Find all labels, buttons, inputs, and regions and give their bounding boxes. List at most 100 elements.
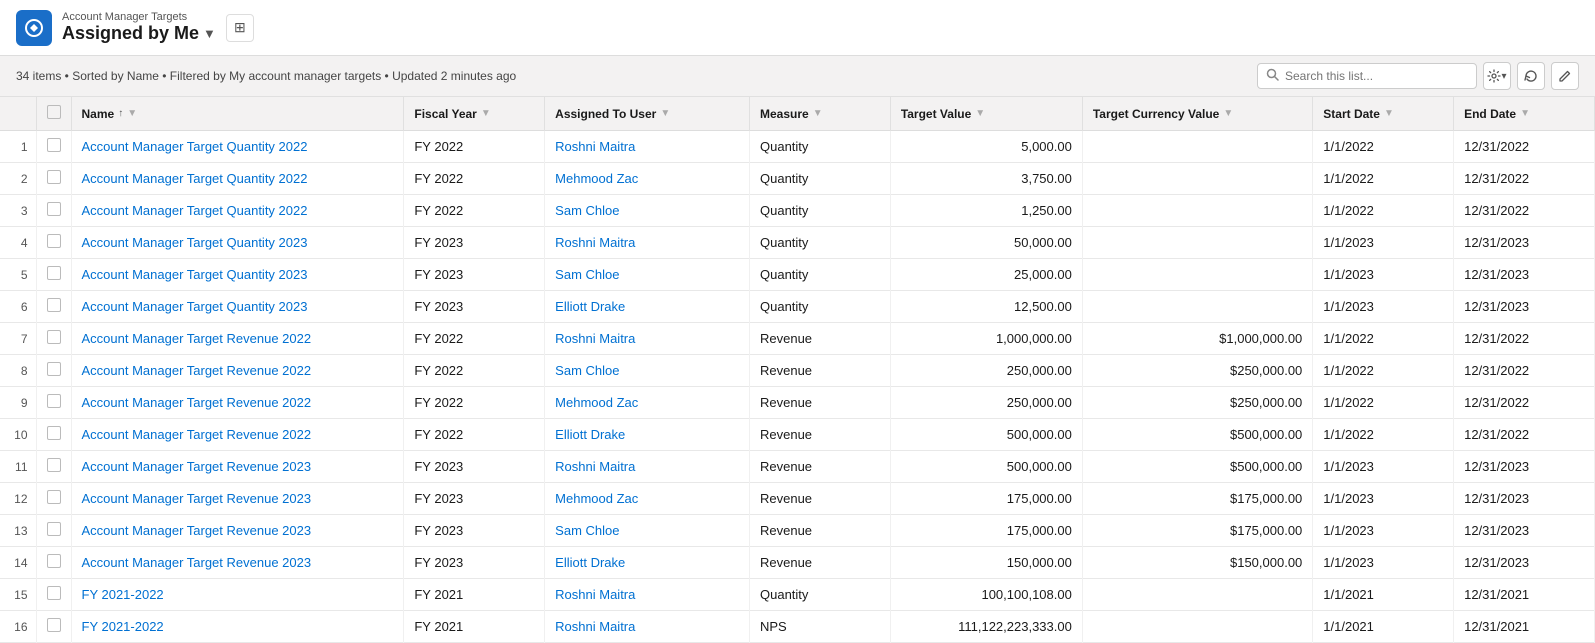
row-checkbox[interactable] bbox=[47, 490, 61, 504]
row-checkbox-cell[interactable] bbox=[36, 131, 71, 163]
toolbar: 34 items • Sorted by Name • Filtered by … bbox=[0, 56, 1595, 97]
row-num: 16 bbox=[0, 611, 36, 643]
col-header-name[interactable]: Name ↑ ▼ bbox=[71, 97, 404, 131]
row-name[interactable]: Account Manager Target Revenue 2023 bbox=[71, 483, 404, 515]
row-assigned-to[interactable]: Mehmood Zac bbox=[545, 387, 750, 419]
row-checkbox-cell[interactable] bbox=[36, 195, 71, 227]
row-assigned-to[interactable]: Roshni Maitra bbox=[545, 579, 750, 611]
row-name[interactable]: Account Manager Target Quantity 2022 bbox=[71, 195, 404, 227]
title-dropdown-arrow[interactable]: ▼ bbox=[203, 26, 216, 41]
row-checkbox[interactable] bbox=[47, 234, 61, 248]
row-end-date: 12/31/2023 bbox=[1454, 227, 1595, 259]
target-value-filter-icon[interactable]: ▼ bbox=[975, 108, 985, 119]
pin-button[interactable]: ⊞ bbox=[226, 14, 254, 42]
row-checkbox[interactable] bbox=[47, 330, 61, 344]
row-assigned-to[interactable]: Elliott Drake bbox=[545, 419, 750, 451]
row-checkbox[interactable] bbox=[47, 138, 61, 152]
row-checkbox[interactable] bbox=[47, 202, 61, 216]
row-checkbox[interactable] bbox=[47, 586, 61, 600]
row-checkbox-cell[interactable] bbox=[36, 355, 71, 387]
row-checkbox[interactable] bbox=[47, 618, 61, 632]
row-name[interactable]: Account Manager Target Revenue 2022 bbox=[71, 355, 404, 387]
row-end-date: 12/31/2022 bbox=[1454, 163, 1595, 195]
row-assigned-to[interactable]: Roshni Maitra bbox=[545, 131, 750, 163]
row-assigned-to[interactable]: Mehmood Zac bbox=[545, 483, 750, 515]
col-header-start-date[interactable]: Start Date ▼ bbox=[1313, 97, 1454, 131]
row-checkbox-cell[interactable] bbox=[36, 259, 71, 291]
row-target-currency-value: $150,000.00 bbox=[1082, 547, 1312, 579]
row-name[interactable]: Account Manager Target Quantity 2023 bbox=[71, 227, 404, 259]
edit-button[interactable] bbox=[1551, 62, 1579, 90]
row-assigned-to[interactable]: Roshni Maitra bbox=[545, 323, 750, 355]
target-currency-filter-icon[interactable]: ▼ bbox=[1223, 108, 1233, 119]
row-checkbox-cell[interactable] bbox=[36, 515, 71, 547]
col-header-end-date[interactable]: End Date ▼ bbox=[1454, 97, 1595, 131]
row-checkbox-cell[interactable] bbox=[36, 483, 71, 515]
row-assigned-to[interactable]: Sam Chloe bbox=[545, 259, 750, 291]
row-checkbox-cell[interactable] bbox=[36, 451, 71, 483]
row-checkbox-cell[interactable] bbox=[36, 163, 71, 195]
name-col-filter-icon[interactable]: ▼ bbox=[127, 108, 137, 119]
measure-filter-icon[interactable]: ▼ bbox=[813, 108, 823, 119]
row-checkbox-cell[interactable] bbox=[36, 419, 71, 451]
row-checkbox-cell[interactable] bbox=[36, 227, 71, 259]
row-checkbox[interactable] bbox=[47, 170, 61, 184]
col-header-measure[interactable]: Measure ▼ bbox=[750, 97, 891, 131]
row-name[interactable]: Account Manager Target Revenue 2022 bbox=[71, 419, 404, 451]
row-assigned-to[interactable]: Roshni Maitra bbox=[545, 451, 750, 483]
row-name[interactable]: FY 2021-2022 bbox=[71, 579, 404, 611]
row-name[interactable]: Account Manager Target Revenue 2023 bbox=[71, 515, 404, 547]
row-name[interactable]: Account Manager Target Revenue 2023 bbox=[71, 451, 404, 483]
end-date-filter-icon[interactable]: ▼ bbox=[1520, 108, 1530, 119]
assigned-to-filter-icon[interactable]: ▼ bbox=[660, 108, 670, 119]
row-checkbox-cell[interactable] bbox=[36, 547, 71, 579]
row-assigned-to[interactable]: Elliott Drake bbox=[545, 547, 750, 579]
row-measure: Revenue bbox=[750, 483, 891, 515]
row-checkbox[interactable] bbox=[47, 394, 61, 408]
row-checkbox-cell[interactable] bbox=[36, 323, 71, 355]
row-assigned-to[interactable]: Roshni Maitra bbox=[545, 611, 750, 643]
row-name[interactable]: Account Manager Target Revenue 2022 bbox=[71, 323, 404, 355]
col-header-target-value[interactable]: Target Value ▼ bbox=[890, 97, 1082, 131]
row-num: 14 bbox=[0, 547, 36, 579]
row-assigned-to[interactable]: Mehmood Zac bbox=[545, 163, 750, 195]
row-checkbox[interactable] bbox=[47, 554, 61, 568]
row-name[interactable]: FY 2021-2022 bbox=[71, 611, 404, 643]
settings-button[interactable]: ▾ bbox=[1483, 62, 1511, 90]
col-header-fiscal-year[interactable]: Fiscal Year ▼ bbox=[404, 97, 545, 131]
search-input[interactable] bbox=[1285, 69, 1468, 83]
row-checkbox[interactable] bbox=[47, 522, 61, 536]
row-assigned-to[interactable]: Sam Chloe bbox=[545, 195, 750, 227]
row-checkbox[interactable] bbox=[47, 426, 61, 440]
start-date-filter-icon[interactable]: ▼ bbox=[1384, 108, 1394, 119]
table-header-row: Name ↑ ▼ Fiscal Year ▼ Assigned To User … bbox=[0, 97, 1595, 131]
row-assigned-to[interactable]: Sam Chloe bbox=[545, 355, 750, 387]
row-name[interactable]: Account Manager Target Revenue 2022 bbox=[71, 387, 404, 419]
row-checkbox-cell[interactable] bbox=[36, 387, 71, 419]
row-checkbox[interactable] bbox=[47, 362, 61, 376]
row-checkbox[interactable] bbox=[47, 458, 61, 472]
row-name[interactable]: Account Manager Target Revenue 2023 bbox=[71, 547, 404, 579]
fiscal-year-filter-icon[interactable]: ▼ bbox=[481, 108, 491, 119]
row-checkbox[interactable] bbox=[47, 298, 61, 312]
row-start-date: 1/1/2023 bbox=[1313, 515, 1454, 547]
row-name[interactable]: Account Manager Target Quantity 2023 bbox=[71, 291, 404, 323]
row-name[interactable]: Account Manager Target Quantity 2023 bbox=[71, 259, 404, 291]
col-header-target-currency-value[interactable]: Target Currency Value ▼ bbox=[1082, 97, 1312, 131]
search-box[interactable] bbox=[1257, 63, 1477, 89]
row-num: 5 bbox=[0, 259, 36, 291]
row-target-value: 175,000.00 bbox=[890, 515, 1082, 547]
row-name[interactable]: Account Manager Target Quantity 2022 bbox=[71, 163, 404, 195]
row-assigned-to[interactable]: Sam Chloe bbox=[545, 515, 750, 547]
row-checkbox-cell[interactable] bbox=[36, 579, 71, 611]
col-header-assigned-to[interactable]: Assigned To User ▼ bbox=[545, 97, 750, 131]
row-assigned-to[interactable]: Elliott Drake bbox=[545, 291, 750, 323]
row-checkbox[interactable] bbox=[47, 266, 61, 280]
header-checkbox[interactable] bbox=[47, 105, 61, 119]
row-checkbox-cell[interactable] bbox=[36, 291, 71, 323]
row-checkbox-cell[interactable] bbox=[36, 611, 71, 643]
row-name[interactable]: Account Manager Target Quantity 2022 bbox=[71, 131, 404, 163]
refresh-button[interactable] bbox=[1517, 62, 1545, 90]
row-assigned-to[interactable]: Roshni Maitra bbox=[545, 227, 750, 259]
col-checkbox[interactable] bbox=[36, 97, 71, 131]
